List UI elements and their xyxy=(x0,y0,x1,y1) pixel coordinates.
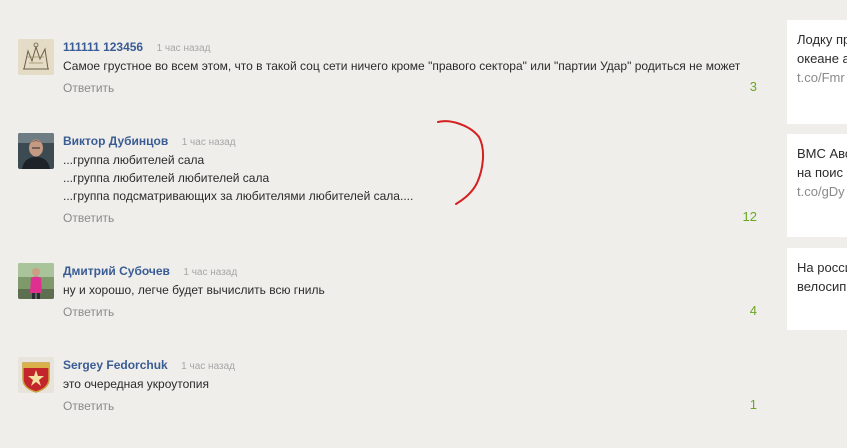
news-card-text: велосип xyxy=(797,279,847,294)
news-card-text: на поис xyxy=(797,165,844,180)
comment-text: Самое грустное во всем этом, что в такой… xyxy=(63,59,741,73)
red-star-badge-avatar[interactable] xyxy=(18,357,54,393)
news-card[interactable]: На росси велосип xyxy=(787,248,847,330)
reply-link[interactable]: Ответить xyxy=(63,303,760,321)
news-card[interactable]: Лодку пр океане а t.co/Fmr xyxy=(787,20,847,124)
comment-body: Sergey Fedorchuk 1 час назад это очередн… xyxy=(63,357,760,415)
like-count[interactable]: 3 xyxy=(750,79,757,94)
news-card-link[interactable]: t.co/gDy xyxy=(797,182,847,201)
like-count[interactable]: 1 xyxy=(750,397,757,412)
news-card-text: На росси xyxy=(797,260,847,275)
comment-feed: 111111 123456 1 час назад Самое грустное… xyxy=(0,0,780,448)
person-pink-shirt-avatar[interactable] xyxy=(18,263,54,299)
man-portrait-avatar[interactable] xyxy=(18,133,54,169)
comment-author[interactable]: Дмитрий Субочев xyxy=(63,264,170,278)
comment-author[interactable]: 111111 123456 xyxy=(63,40,143,54)
sidebar: Лодку пр океане а t.co/Fmr ВМС Авс на по… xyxy=(780,0,847,448)
sketch-avatar[interactable] xyxy=(18,39,54,75)
comment-body: Виктор Дубинцов 1 час назад ...группа лю… xyxy=(63,133,760,227)
comment-time: 1 час назад xyxy=(181,361,235,372)
red-bracket-annotation xyxy=(437,120,485,205)
comment-body: 111111 123456 1 час назад Самое грустное… xyxy=(63,39,760,97)
comment-time: 1 час назад xyxy=(181,137,236,148)
comment-author[interactable]: Виктор Дубинцов xyxy=(63,134,168,148)
comment-text: ну и хорошо, легче будет вычислить всю г… xyxy=(63,283,325,297)
comment-text: ...группа любителей любителей сала xyxy=(63,171,270,185)
news-card-link[interactable]: t.co/Fmr xyxy=(797,68,847,87)
comment-text: ...группа подсматривающих за любителями … xyxy=(63,189,414,203)
comment-time: 1 час назад xyxy=(183,267,238,278)
comment-body: Дмитрий Субочев 1 час назад ну и хорошо,… xyxy=(63,263,760,321)
reply-link[interactable]: Ответить xyxy=(63,397,760,415)
comment-time: 1 час назад xyxy=(156,43,211,54)
comment-author[interactable]: Sergey Fedorchuk xyxy=(63,358,168,372)
reply-link[interactable]: Ответить xyxy=(63,209,760,227)
comment-text: это очередная укроутопия xyxy=(63,377,209,391)
reply-link[interactable]: Ответить xyxy=(63,79,760,97)
comment-text: ...группа любителей сала xyxy=(63,153,205,167)
like-count[interactable]: 4 xyxy=(750,303,757,318)
news-card-text: океане а xyxy=(797,51,847,66)
news-card-text: ВМС Авс xyxy=(797,146,847,161)
news-card[interactable]: ВМС Авс на поис t.co/gDy xyxy=(787,134,847,237)
news-card-text: Лодку пр xyxy=(797,32,847,47)
like-count[interactable]: 12 xyxy=(743,209,757,224)
